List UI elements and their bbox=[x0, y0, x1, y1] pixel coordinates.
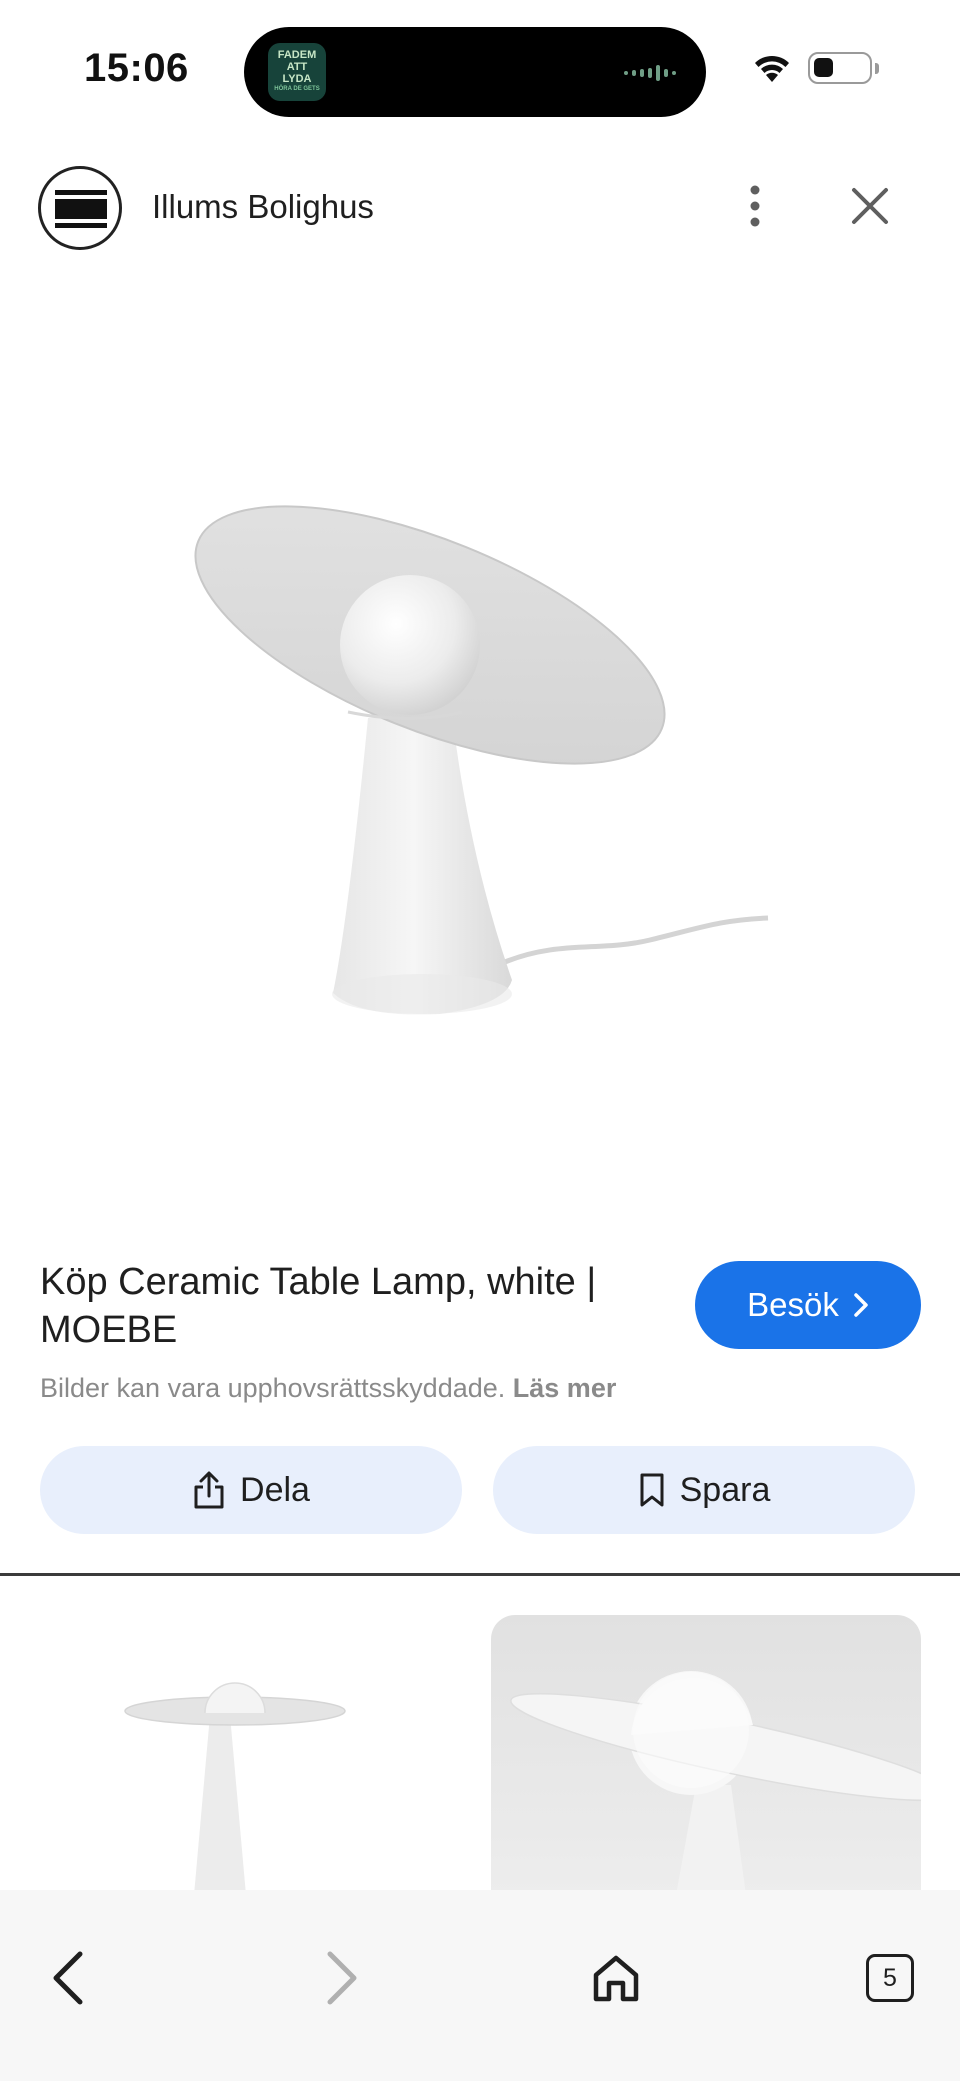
tab-count: 5 bbox=[866, 1954, 914, 2002]
learn-more-link[interactable]: Läs mer bbox=[513, 1373, 617, 1403]
lens-header: Illums Bolighus bbox=[0, 160, 960, 250]
home-icon bbox=[593, 1955, 639, 2002]
copyright-text: Bilder kan vara upphovsrättsskyddade. bbox=[40, 1373, 506, 1403]
logo-bars-icon bbox=[55, 190, 107, 228]
divider bbox=[0, 1573, 960, 1576]
battery-icon bbox=[808, 52, 872, 84]
chevron-left-icon bbox=[53, 1951, 83, 2005]
tabs-button[interactable]: 5 bbox=[854, 1942, 926, 2014]
save-label: Spara bbox=[679, 1470, 771, 1509]
dynamic-island: FADEM ATT LYDA HÖRA DE GETS bbox=[244, 27, 706, 117]
forward-button[interactable] bbox=[306, 1942, 378, 2014]
chevron-right-icon bbox=[327, 1951, 357, 2005]
audio-waveform-icon bbox=[624, 65, 676, 81]
home-button[interactable] bbox=[580, 1942, 652, 2014]
now-playing-app-icon: FADEM ATT LYDA HÖRA DE GETS bbox=[268, 43, 326, 101]
related-image-2[interactable] bbox=[491, 1615, 921, 1895]
result-title[interactable]: Köp Ceramic Table Lamp, white | MOEBE bbox=[40, 1258, 670, 1354]
wifi-icon bbox=[755, 55, 789, 82]
related-image-1[interactable] bbox=[40, 1615, 460, 1895]
battery-cap bbox=[875, 63, 879, 74]
bookmark-icon bbox=[640, 1473, 664, 1507]
close-icon[interactable] bbox=[848, 184, 892, 228]
battery-level bbox=[814, 58, 833, 77]
save-button[interactable]: Spara bbox=[493, 1446, 915, 1534]
visit-label: Besök bbox=[747, 1286, 839, 1323]
site-name[interactable]: Illums Bolighus bbox=[152, 188, 374, 226]
product-image[interactable] bbox=[0, 300, 960, 1200]
back-button[interactable] bbox=[32, 1942, 104, 2014]
more-vert-icon[interactable] bbox=[738, 182, 772, 230]
status-time: 15:06 bbox=[84, 46, 189, 90]
share-icon bbox=[194, 1471, 224, 1509]
illums-bolighus-logo[interactable] bbox=[38, 166, 122, 250]
status-bar: 15:06 FADEM ATT LYDA HÖRA DE GETS bbox=[0, 0, 960, 140]
copyright-notice: Bilder kan vara upphovsrättsskyddade. Lä… bbox=[40, 1373, 616, 1404]
chevron-right-icon bbox=[854, 1293, 868, 1317]
share-button[interactable]: Dela bbox=[40, 1446, 462, 1534]
browser-bottom-bar: 5 bbox=[0, 1890, 960, 2081]
visit-button[interactable]: Besök bbox=[695, 1261, 921, 1349]
share-label: Dela bbox=[240, 1470, 310, 1509]
